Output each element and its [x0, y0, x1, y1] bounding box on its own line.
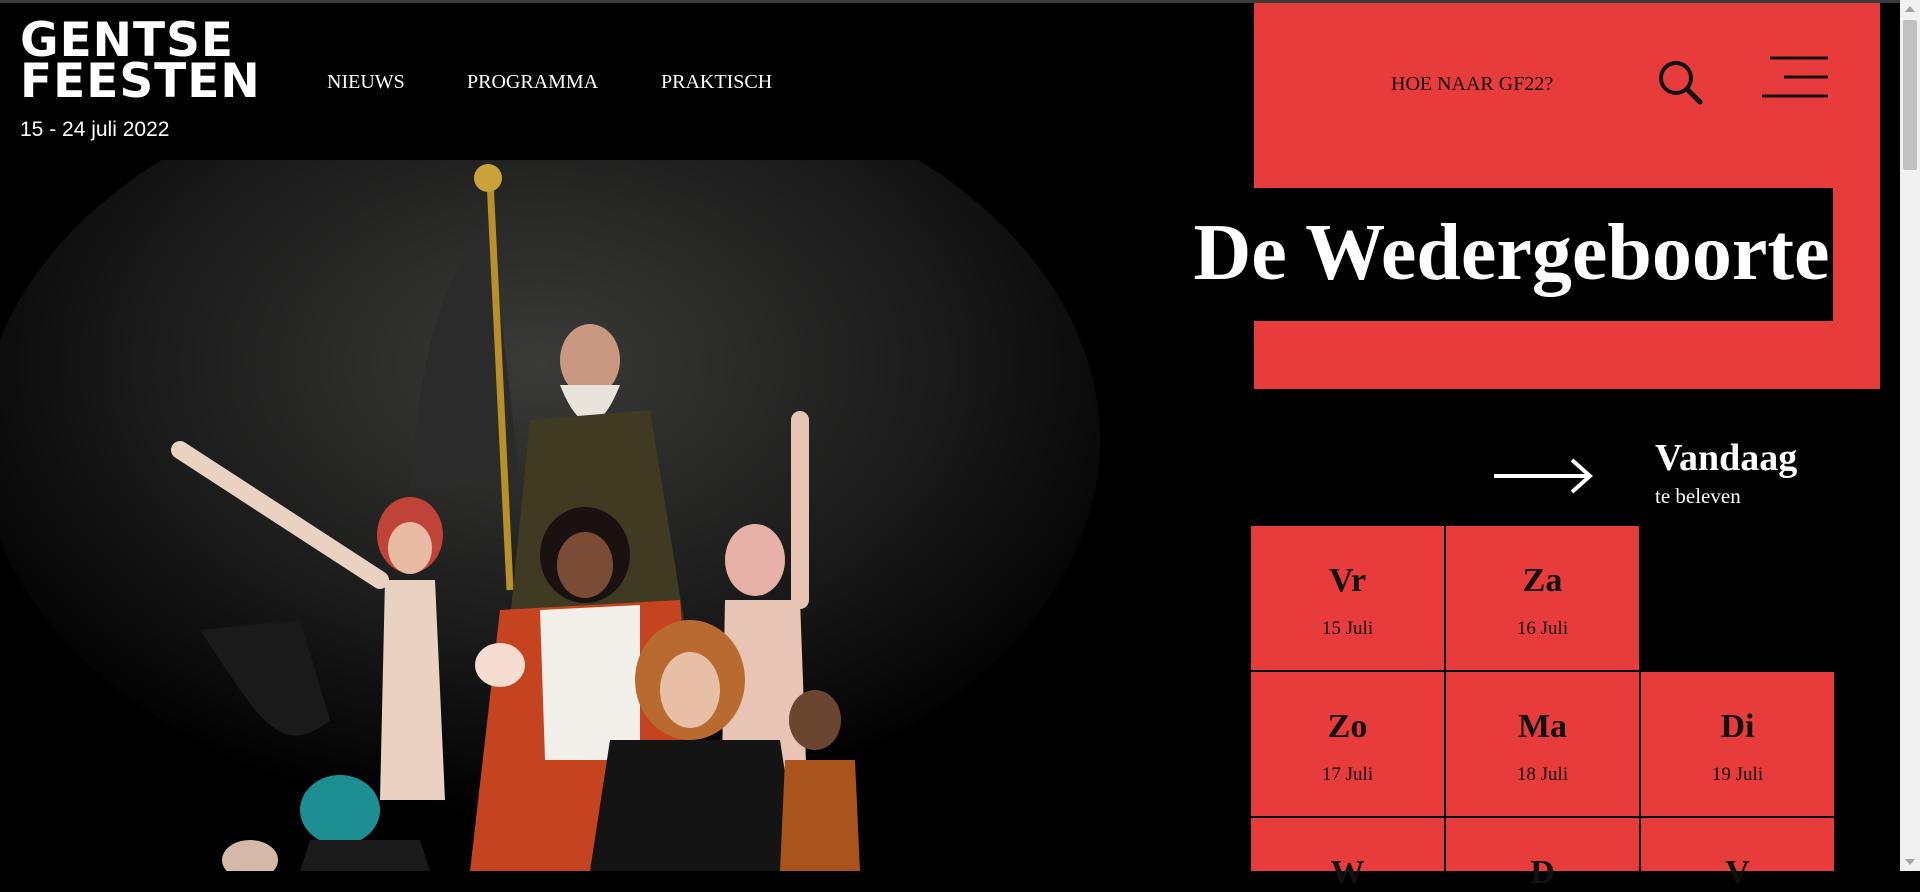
- hero-image: [0, 160, 1150, 871]
- day-abbr: W: [1330, 854, 1365, 891]
- day-abbr: Vr: [1328, 562, 1367, 599]
- search-icon[interactable]: [1656, 58, 1706, 108]
- day-abbr: Zo: [1327, 708, 1368, 745]
- hero-title: De Wedergeboorte: [1193, 209, 1830, 297]
- day-abbr: Za: [1522, 562, 1563, 599]
- day-abbr: V: [1725, 854, 1750, 891]
- day-date: 18 Juli: [1516, 764, 1569, 785]
- nav-item-programma[interactable]: PROGRAMMA: [467, 71, 598, 94]
- scroll-down-icon[interactable]: [1900, 853, 1920, 871]
- nav-item-praktisch[interactable]: PRAKTISCH: [661, 71, 772, 94]
- day-date: 17 Juli: [1321, 764, 1374, 785]
- menu-icon[interactable]: [1760, 55, 1830, 100]
- day-tile-v[interactable]: V: [1641, 818, 1834, 891]
- day-abbr: D: [1530, 854, 1555, 891]
- directions-link[interactable]: HOE NAAR GF22?: [1391, 73, 1553, 96]
- day-tile-d[interactable]: D: [1446, 818, 1639, 891]
- day-abbr: Di: [1720, 708, 1755, 745]
- day-tile-di[interactable]: Di 19 Juli: [1641, 672, 1834, 816]
- scroll-up-icon[interactable]: [1900, 0, 1920, 18]
- today-subtitle: te beleven: [1655, 484, 1741, 508]
- day-tile-ma[interactable]: Ma 18 Juli: [1446, 672, 1639, 816]
- logo[interactable]: GENTSE FEESTEN: [20, 17, 261, 109]
- today-title[interactable]: Vandaag: [1655, 436, 1797, 480]
- day-date: 16 Juli: [1516, 618, 1569, 639]
- day-tile-w[interactable]: W: [1251, 818, 1444, 891]
- day-tile-za[interactable]: Za 16 Juli: [1446, 526, 1639, 670]
- day-date: 15 Juli: [1321, 618, 1374, 639]
- day-abbr: Ma: [1517, 708, 1568, 745]
- nav-item-nieuws[interactable]: NIEUWS: [327, 71, 405, 94]
- day-tile-vr[interactable]: Vr 15 Juli: [1251, 526, 1444, 670]
- scrollbar-thumb[interactable]: [1903, 20, 1917, 170]
- festival-dates: 15 - 24 juli 2022: [20, 118, 170, 141]
- logo-line-2: FEESTEN: [20, 54, 261, 109]
- day-date: 19 Juli: [1711, 764, 1764, 785]
- day-tile-zo[interactable]: Zo 17 Juli: [1251, 672, 1444, 816]
- arrow-right-icon[interactable]: [1492, 456, 1596, 496]
